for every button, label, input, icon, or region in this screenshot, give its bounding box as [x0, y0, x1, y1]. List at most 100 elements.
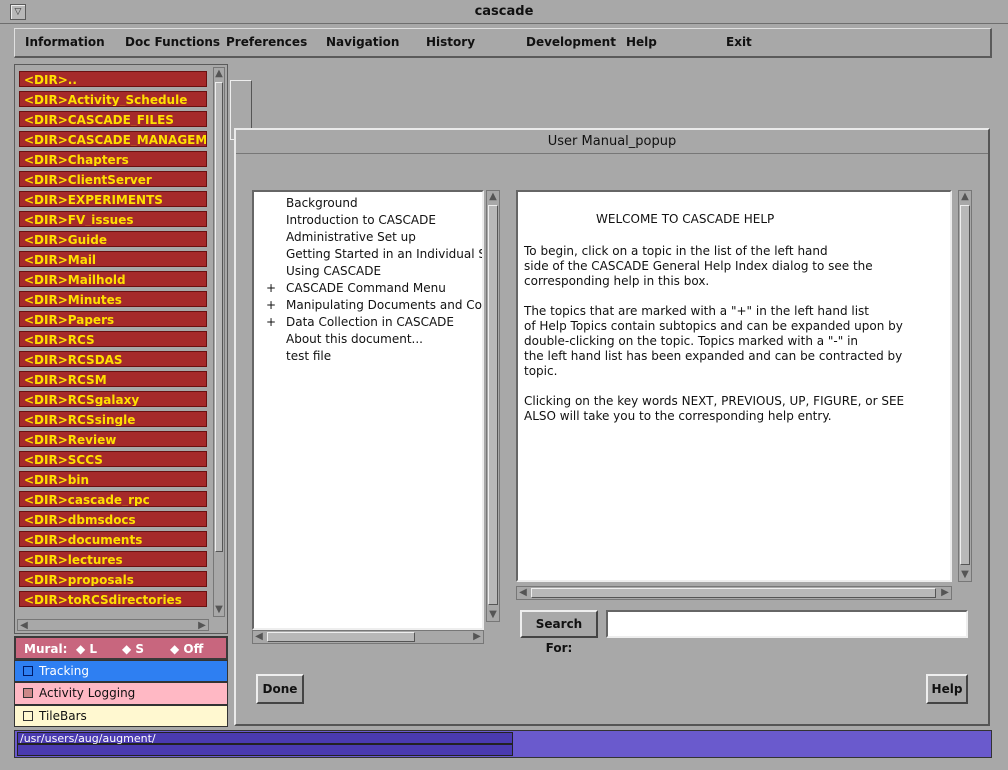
menu-help[interactable]: Help — [626, 35, 657, 49]
directory-item[interactable]: <DIR>Activity_Schedule — [19, 91, 207, 107]
topic-item[interactable]: Getting Started in an Individual S — [286, 247, 482, 261]
menu-information[interactable]: Information — [25, 35, 105, 49]
topic-scroll-down-icon[interactable]: ▼ — [487, 609, 499, 621]
help-text-line: Clicking on the key words NEXT, PREVIOUS… — [524, 394, 905, 408]
help-text-line: ALSO will take you to the corresponding … — [524, 409, 832, 423]
directory-item[interactable]: <DIR>cascade_rpc — [19, 491, 207, 507]
topic-item[interactable]: Data Collection in CASCADE — [286, 315, 454, 329]
mural-option-off-label: Off — [183, 642, 204, 656]
mural-option-s[interactable]: ◆ S — [122, 642, 144, 656]
directory-item[interactable]: <DIR>RCS — [19, 331, 207, 347]
directory-vertical-scrollbar[interactable]: ▲ ▼ — [213, 67, 225, 617]
window-title: cascade — [474, 4, 534, 19]
search-input[interactable] — [606, 610, 968, 638]
activity-logging-toggle[interactable]: Activity Logging — [14, 682, 228, 705]
current-path: /usr/users/aug/augment/ — [17, 732, 513, 744]
directory-list[interactable]: <DIR>.. <DIR>Activity_Schedule <DIR>CASCAD… — [19, 69, 211, 619]
directory-item[interactable]: <DIR>dbmsdocs — [19, 511, 207, 527]
directory-item[interactable]: <DIR>ClientServer — [19, 171, 207, 187]
help-scroll-right-icon[interactable]: ▶ — [939, 587, 951, 599]
tilebars-toggle[interactable]: TileBars — [14, 705, 228, 727]
tilebars-checkbox-icon[interactable] — [23, 711, 33, 721]
directory-item[interactable]: <DIR>toRCSdirectories — [19, 591, 207, 607]
directory-item[interactable]: <DIR>Guide — [19, 231, 207, 247]
popup-title: User Manual_popup — [236, 130, 988, 154]
help-vertical-scrollbar[interactable]: ▲ ▼ — [958, 190, 972, 582]
directory-item[interactable]: <DIR>lectures — [19, 551, 207, 567]
directory-item[interactable]: <DIR>CASCADE_MANAGEMEN — [19, 131, 207, 147]
help-hscroll-thumb[interactable] — [531, 588, 936, 598]
topic-item[interactable]: Manipulating Documents and Con — [286, 298, 482, 312]
menu-exit[interactable]: Exit — [726, 35, 752, 49]
directory-item[interactable]: <DIR>SCCS — [19, 451, 207, 467]
directory-item[interactable]: <DIR>proposals — [19, 571, 207, 587]
help-button[interactable]: Help — [926, 674, 968, 704]
menu-history[interactable]: History — [426, 35, 475, 49]
search-for-button[interactable]: Search For: — [520, 610, 598, 655]
directory-item[interactable]: <DIR>.. — [19, 71, 207, 87]
menu-navigation[interactable]: Navigation — [326, 35, 399, 49]
directory-item[interactable]: <DIR>CASCADE_FILES — [19, 111, 207, 127]
directory-item[interactable]: <DIR>bin — [19, 471, 207, 487]
directory-item[interactable]: <DIR>EXPERIMENTS — [19, 191, 207, 207]
scroll-thumb[interactable] — [215, 82, 223, 552]
directory-item[interactable]: <DIR>Mail — [19, 251, 207, 267]
help-text-line: corresponding help in this box. — [524, 274, 710, 288]
topic-item[interactable]: Using CASCADE — [286, 264, 381, 278]
topic-scroll-thumb[interactable] — [488, 205, 498, 605]
topic-scroll-right-icon[interactable]: ▶ — [471, 631, 483, 643]
help-scroll-up-icon[interactable]: ▲ — [959, 191, 971, 203]
help-horizontal-scrollbar[interactable]: ◀ ▶ — [516, 586, 952, 600]
topic-horizontal-scrollbar[interactable]: ◀ ▶ — [252, 630, 484, 644]
directory-horizontal-scrollbar[interactable]: ◀ ▶ — [17, 619, 209, 631]
topic-item[interactable]: Administrative Set up — [286, 230, 416, 244]
tracking-toggle[interactable]: Tracking — [14, 660, 228, 682]
tracking-label: Tracking — [39, 664, 89, 678]
topic-item[interactable]: Background — [286, 196, 358, 210]
directory-item[interactable]: <DIR>Minutes — [19, 291, 207, 307]
scroll-right-icon[interactable]: ▶ — [196, 620, 208, 632]
help-text-line: topic. — [524, 364, 558, 378]
mural-option-l[interactable]: ◆ L — [76, 642, 97, 656]
scroll-down-icon[interactable]: ▼ — [214, 604, 224, 616]
topic-expand-marker: + — [266, 281, 277, 295]
topic-scroll-left-icon[interactable]: ◀ — [253, 631, 265, 643]
menu-development[interactable]: Development — [526, 35, 616, 49]
scroll-up-icon[interactable]: ▲ — [214, 68, 224, 80]
directory-item[interactable]: <DIR>FV_issues — [19, 211, 207, 227]
help-text-line: The topics that are marked with a "+" in… — [524, 304, 869, 318]
directory-item[interactable]: <DIR>Review — [19, 431, 207, 447]
directory-item[interactable]: <DIR>documents — [19, 531, 207, 547]
help-scroll-down-icon[interactable]: ▼ — [959, 569, 971, 581]
help-scroll-left-icon[interactable]: ◀ — [517, 587, 529, 599]
topic-expand-marker: + — [266, 298, 277, 312]
menu-preferences[interactable]: Preferences — [226, 35, 307, 49]
scroll-left-icon[interactable]: ◀ — [18, 620, 30, 632]
help-scroll-thumb[interactable] — [960, 205, 970, 565]
help-text-line: the left hand list has been expanded and… — [524, 349, 903, 363]
activity-logging-label: Activity Logging — [39, 686, 136, 700]
mural-option-s-label: S — [135, 642, 145, 656]
topic-list[interactable]: Background Introduction to CASCADE Adminis… — [252, 190, 484, 630]
menu-doc-functions[interactable]: Doc Functions — [125, 35, 220, 49]
directory-item[interactable]: <DIR>Chapters — [19, 151, 207, 167]
topic-item[interactable]: Introduction to CASCADE — [286, 213, 436, 227]
topic-item[interactable]: About this document... — [286, 332, 423, 346]
directory-item[interactable]: <DIR>RCSsingle — [19, 411, 207, 427]
help-text-box[interactable]: WELCOME TO CASCADE HELP To begin, click … — [516, 190, 952, 582]
directory-item[interactable]: <DIR>RCSgalaxy — [19, 391, 207, 407]
topic-item[interactable]: test file — [286, 349, 331, 363]
topic-hscroll-thumb[interactable] — [267, 632, 415, 642]
directory-item[interactable]: <DIR>Papers — [19, 311, 207, 327]
mural-option-off[interactable]: ◆ Off — [170, 642, 203, 656]
activity-logging-checkbox-icon[interactable] — [23, 688, 33, 698]
title-bar: ▽ cascade — [0, 0, 1008, 24]
directory-item[interactable]: <DIR>Mailhold — [19, 271, 207, 287]
topic-item[interactable]: CASCADE Command Menu — [286, 281, 446, 295]
topic-vertical-scrollbar[interactable]: ▲ ▼ — [486, 190, 500, 622]
tracking-checkbox-icon[interactable] — [23, 666, 33, 676]
directory-item[interactable]: <DIR>RCSM — [19, 371, 207, 387]
directory-item[interactable]: <DIR>RCSDAS — [19, 351, 207, 367]
done-button[interactable]: Done — [256, 674, 304, 704]
topic-scroll-up-icon[interactable]: ▲ — [487, 191, 499, 203]
